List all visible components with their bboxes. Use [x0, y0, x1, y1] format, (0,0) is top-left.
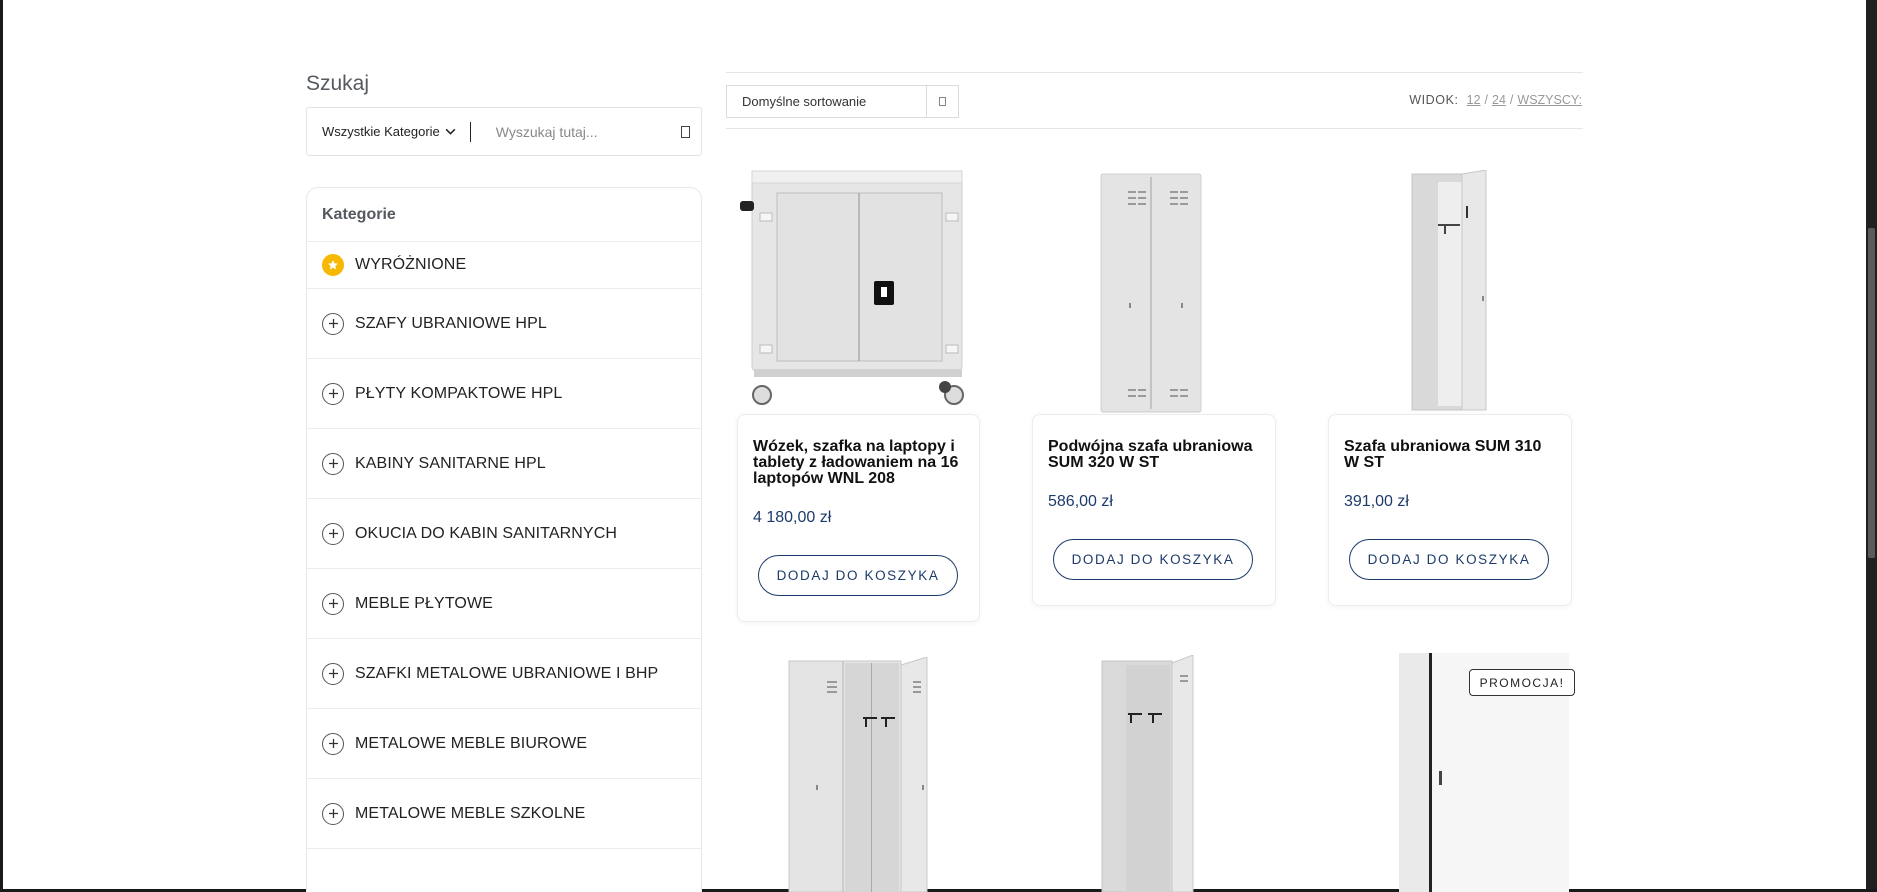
plus-icon[interactable] [322, 312, 344, 335]
plus-icon[interactable] [322, 662, 344, 685]
window-frame-left [0, 0, 3, 892]
view-separator: / [1509, 93, 1514, 107]
product-price: 4 180,00 zł [753, 509, 832, 526]
category-label: PŁYTY KOMPAKTOWE HPL [355, 384, 563, 402]
search-heading: Szukaj [306, 72, 370, 95]
add-to-cart-button[interactable]: DODAJ DO KOSZYKA [1053, 539, 1253, 580]
category-label: OKUCIA DO KABIN SANITARNYCH [355, 524, 618, 542]
product-price: 586,00 zł [1048, 493, 1113, 510]
category-item-metal-lockers[interactable]: SZAFKI METALOWE UBRANIOWE I BHP [307, 639, 701, 709]
search-button[interactable] [677, 123, 693, 141]
category-label: METALOWE MEBLE BIUROWE [355, 734, 588, 752]
promo-badge: PROMOCJA! [1469, 669, 1575, 696]
search-input[interactable] [495, 123, 666, 140]
categories-panel: Kategorie WYRÓŻNIONE SZAFY UBRANIOWE HPL… [306, 187, 702, 892]
category-label: SZAFY UBRANIOWE HPL [355, 314, 547, 332]
product-image-single-wardrobe[interactable] [1408, 170, 1488, 413]
toolbar-divider-top [726, 72, 1583, 73]
product-image-laptop-cart[interactable] [740, 165, 970, 415]
plus-icon[interactable] [322, 452, 344, 475]
category-label: KABINY SANITARNE HPL [355, 454, 546, 472]
add-to-cart-button[interactable]: DODAJ DO KOSZYKA [1349, 539, 1549, 580]
product-title[interactable]: Wózek, szafka na laptopy i tablety z ład… [753, 439, 968, 487]
category-item-hpl-boards[interactable]: PŁYTY KOMPAKTOWE HPL [307, 359, 701, 429]
product-price: 391,00 zł [1344, 493, 1409, 510]
plus-icon[interactable] [322, 592, 344, 615]
add-to-cart-button[interactable]: DODAJ DO KOSZYKA [758, 555, 958, 596]
category-item-hpl-wardrobes[interactable]: SZAFY UBRANIOWE HPL [307, 289, 701, 359]
plus-icon[interactable] [322, 802, 344, 825]
view-label: WIDOK: [1409, 93, 1459, 107]
scrollbar-thumb[interactable] [1868, 228, 1875, 558]
category-item-hpl-cabins[interactable]: KABINY SANITARNE HPL [307, 429, 701, 499]
product-image-locker-open-double[interactable] [787, 657, 929, 892]
toolbar-divider-bottom [726, 128, 1583, 129]
view-option-all[interactable]: WSZYSCY: [1517, 93, 1582, 107]
product-card: Wózek, szafka na laptopy i tablety z ład… [737, 414, 980, 622]
search-icon [680, 126, 690, 138]
category-label: METALOWE MEBLE SZKOLNE [355, 804, 586, 822]
category-label: MEBLE PŁYTOWE [355, 594, 493, 612]
star-icon [322, 254, 344, 276]
product-title[interactable]: Podwójna szafa ubraniowa SUM 320 W ST [1048, 439, 1263, 471]
product-card: Podwójna szafa ubraniowa SUM 320 W ST 58… [1032, 414, 1276, 606]
sort-dropdown[interactable]: Domyślne sortowanie [726, 85, 959, 118]
category-dropdown-label: Wszystkie Kategorie [322, 124, 440, 139]
search-divider [469, 121, 471, 142]
view-option-12[interactable]: 12 [1467, 93, 1481, 107]
search-box: Wszystkie Kategorie [306, 107, 702, 156]
chevron-down-icon [445, 128, 456, 135]
view-separator: / [1484, 93, 1489, 107]
plus-icon[interactable] [322, 522, 344, 545]
category-item-metal-office[interactable]: METALOWE MEBLE BIUROWE [307, 709, 701, 779]
product-title[interactable]: Szafa ubraniowa SUM 310 W ST [1344, 439, 1559, 471]
categories-heading: Kategorie [307, 188, 701, 242]
view-count-selector: WIDOK: 12 / 24 / WSZYSCY: [1409, 93, 1582, 107]
product-image-double-wardrobe[interactable] [1100, 173, 1202, 413]
product-image-locker-open-single[interactable] [1100, 655, 1195, 892]
product-card: Szafa ubraniowa SUM 310 W ST 391,00 zł D… [1328, 414, 1572, 606]
category-dropdown[interactable]: Wszystkie Kategorie [322, 124, 457, 139]
category-item-metal-school[interactable]: METALOWE MEBLE SZKOLNE [307, 779, 701, 849]
category-item-board-furniture[interactable]: MEBLE PŁYTOWE [307, 569, 701, 639]
category-item-featured[interactable]: WYRÓŻNIONE [307, 242, 701, 289]
sort-label: Domyślne sortowanie [742, 94, 867, 109]
view-option-24[interactable]: 24 [1492, 93, 1506, 107]
category-item-cabin-fittings[interactable]: OKUCIA DO KABIN SANITARNYCH [307, 499, 701, 569]
sort-dropdown-button[interactable] [926, 86, 958, 117]
plus-icon[interactable] [322, 732, 344, 755]
category-label: WYRÓŻNIONE [355, 256, 467, 273]
plus-icon[interactable] [322, 382, 344, 405]
category-label: SZAFKI METALOWE UBRANIOWE I BHP [355, 664, 659, 682]
chevron-down-icon [939, 97, 946, 106]
